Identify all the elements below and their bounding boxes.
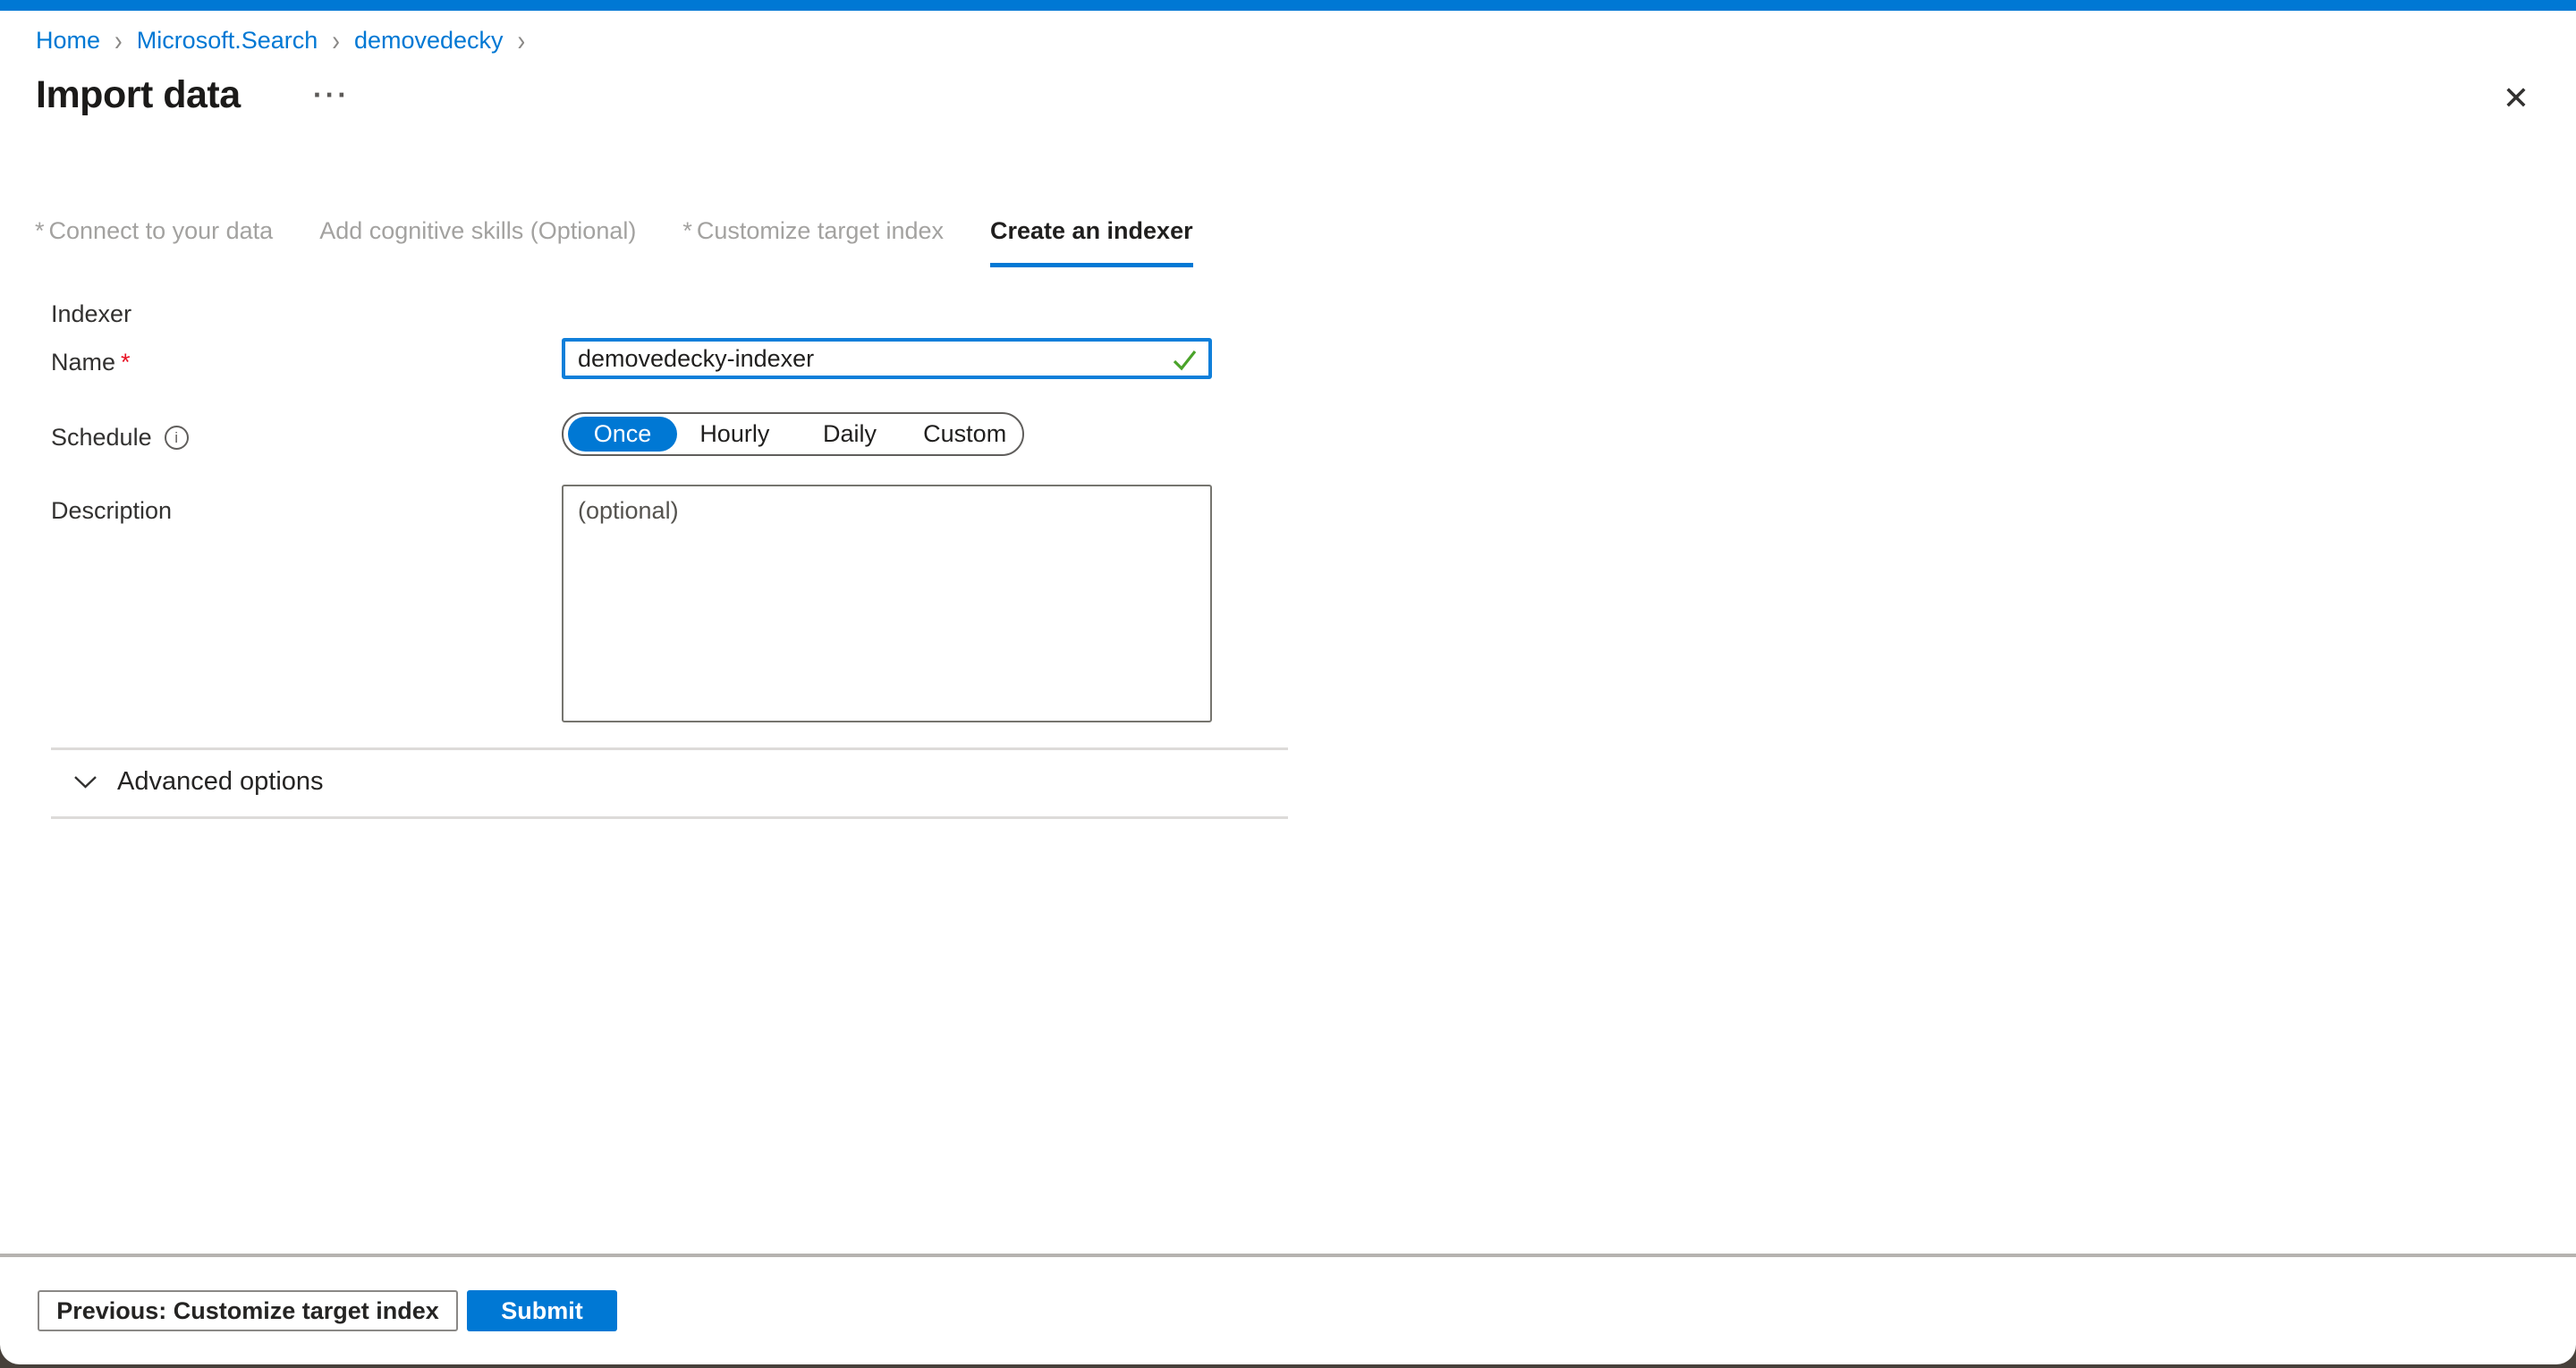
tab-label: Add cognitive skills (Optional): [319, 217, 636, 249]
footer-divider: [0, 1254, 2576, 1257]
description-field-label: Description: [51, 497, 172, 525]
schedule-option-daily[interactable]: Daily: [792, 420, 908, 448]
description-textarea[interactable]: [562, 485, 1212, 722]
breadcrumb: Home › Microsoft.Search › demovedecky ›: [36, 27, 525, 55]
advanced-options-expander[interactable]: Advanced options: [73, 767, 324, 797]
tab-label: Connect to your data: [49, 217, 274, 249]
tab-customize-target-index[interactable]: * Customize target index: [682, 217, 944, 267]
required-asterisk: *: [121, 349, 131, 376]
tab-connect-to-your-data[interactable]: * Connect to your data: [35, 217, 273, 267]
divider: [51, 747, 1288, 750]
more-options-icon[interactable]: ···: [313, 79, 350, 112]
tab-add-cognitive-skills[interactable]: Add cognitive skills (Optional): [319, 217, 636, 267]
tab-create-an-indexer[interactable]: Create an indexer: [990, 217, 1193, 267]
page-title: Import data: [36, 73, 241, 117]
submit-button[interactable]: Submit: [467, 1290, 617, 1331]
schedule-label-text: Schedule: [51, 424, 152, 452]
schedule-segmented-control: Once Hourly Daily Custom: [562, 412, 1024, 456]
info-icon[interactable]: i: [165, 426, 189, 450]
tab-required-marker: *: [35, 217, 45, 249]
breadcrumb-link-demovedecky[interactable]: demovedecky: [354, 27, 504, 55]
tab-label: Create an indexer: [990, 217, 1193, 245]
divider: [51, 816, 1288, 819]
schedule-field-label: Schedule i: [51, 424, 189, 452]
import-data-panel: Home › Microsoft.Search › demovedecky › …: [0, 0, 2576, 1364]
name-label-text: Name: [51, 349, 115, 376]
breadcrumb-separator-icon: ›: [332, 23, 340, 58]
schedule-option-hourly[interactable]: Hourly: [677, 420, 792, 448]
close-icon[interactable]: ✕: [2503, 82, 2529, 114]
wizard-tabs: * Connect to your data Add cognitive ski…: [35, 217, 1193, 267]
schedule-option-custom[interactable]: Custom: [907, 420, 1022, 448]
breadcrumb-separator-icon: ›: [114, 23, 123, 58]
name-field-label: Name*: [51, 349, 131, 376]
validation-check-icon: [1169, 344, 1199, 375]
advanced-options-label: Advanced options: [117, 767, 324, 797]
chevron-down-icon: [73, 775, 97, 790]
portal-top-accent-bar: [0, 0, 2576, 11]
breadcrumb-link-microsoft-search[interactable]: Microsoft.Search: [137, 27, 318, 55]
previous-step-button[interactable]: Previous: Customize target index: [38, 1290, 458, 1331]
schedule-option-once[interactable]: Once: [568, 417, 677, 452]
breadcrumb-link-home[interactable]: Home: [36, 27, 100, 55]
breadcrumb-separator-icon: ›: [518, 23, 526, 58]
indexer-section-label: Indexer: [51, 300, 131, 328]
name-field-wrapper: [562, 338, 1212, 379]
tab-required-marker: *: [682, 217, 692, 249]
tab-label: Customize target index: [697, 217, 944, 249]
indexer-name-input[interactable]: [562, 338, 1212, 379]
